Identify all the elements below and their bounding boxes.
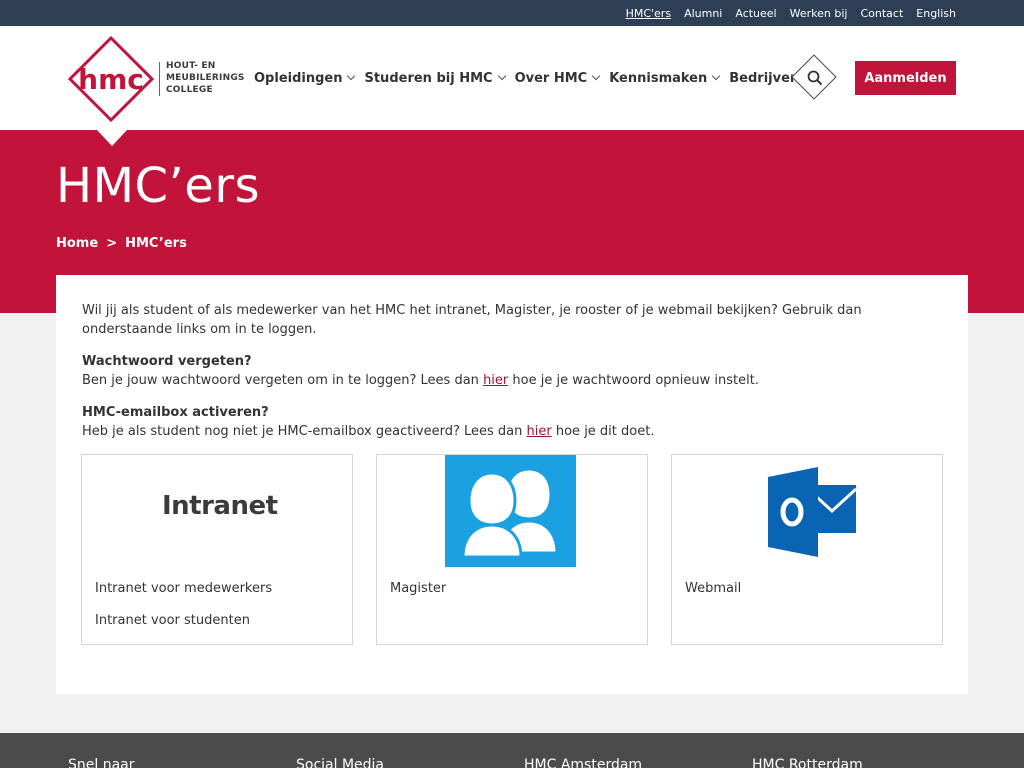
- outlook-icon: [768, 467, 858, 557]
- intranet-medewerkers-link[interactable]: Intranet voor medewerkers: [95, 581, 272, 596]
- utility-bar: HMC'ers Alumni Actueel Werken bij Contac…: [0, 0, 1024, 26]
- intranet-tile: Intranet Intranet voor medewerkers Intra…: [81, 454, 353, 645]
- main-nav: Opleidingen Studeren bij HMC Over HMC Ke…: [254, 26, 821, 130]
- footer-heading-social-media: Social Media: [296, 757, 385, 768]
- utility-link-hmcers[interactable]: HMC'ers: [626, 7, 672, 20]
- header-pointer: [97, 130, 127, 146]
- search-icon: [807, 70, 823, 86]
- password-section: Wachtwoord vergeten? Ben je jouw wachtwo…: [82, 352, 952, 390]
- chevron-down-icon: [712, 71, 721, 81]
- footer-heading-hmc-amsterdam: HMC Amsterdam: [524, 757, 643, 768]
- logo-line-2: MEUBILERINGS: [166, 73, 245, 83]
- svg-text:hmc: hmc: [78, 63, 144, 96]
- logo-separator: [159, 62, 160, 96]
- logo-line-3: COLLEGE: [166, 85, 213, 95]
- email-section: HMC-emailbox activeren? Heb je als stude…: [82, 403, 952, 441]
- intranet-studenten-link[interactable]: Intranet voor studenten: [95, 613, 250, 628]
- utility-link-actueel[interactable]: Actueel: [735, 7, 776, 20]
- webmail-link[interactable]: Webmail: [685, 581, 741, 596]
- footer-heading-snel-naar: Snel naar: [68, 757, 135, 768]
- breadcrumb-separator: >: [106, 236, 118, 251]
- chevron-down-icon: [591, 71, 601, 81]
- nav-label: Bedrijven: [729, 70, 800, 86]
- aanmelden-button[interactable]: Aanmelden: [855, 61, 956, 95]
- magister-users-icon: [445, 455, 576, 567]
- nav-label: Kennismaken: [609, 70, 708, 86]
- password-text: Ben je jouw wachtwoord vergeten om in te…: [82, 371, 952, 390]
- breadcrumb: Home > HMC’ers: [56, 236, 195, 251]
- logo-wordmark: HOUT- EN MEUBILERINGS COLLEGE: [166, 60, 245, 96]
- utility-nav: HMC'ers Alumni Actueel Werken bij Contac…: [613, 0, 956, 26]
- logo-line-1: HOUT- EN: [166, 61, 216, 71]
- breadcrumb-current: HMC’ers: [125, 236, 187, 251]
- email-text-before: Heb je als student nog niet je HMC-email…: [82, 424, 527, 439]
- nav-item-over-hmc[interactable]: Over HMC: [514, 70, 601, 86]
- site-header: hmc HOUT- EN MEUBILERINGS COLLEGE Opleid…: [0, 26, 1024, 130]
- intro-text: Wil jij als student of als medewerker va…: [82, 303, 862, 337]
- magister-tile[interactable]: Magister: [376, 454, 648, 645]
- nav-item-opleidingen[interactable]: Opleidingen: [254, 70, 356, 86]
- password-help-link[interactable]: hier: [483, 373, 508, 388]
- email-help-link[interactable]: hier: [527, 424, 552, 439]
- breadcrumb-home[interactable]: Home: [56, 236, 98, 251]
- nav-item-kennismaken[interactable]: Kennismaken: [609, 70, 721, 86]
- password-title: Wachtwoord vergeten?: [82, 354, 252, 369]
- password-text-before: Ben je jouw wachtwoord vergeten om in te…: [82, 373, 484, 388]
- hmc-logo[interactable]: hmc HOUT- EN MEUBILERINGS COLLEGE: [68, 36, 248, 122]
- hmc-logo-mark: hmc: [68, 36, 154, 122]
- content-card: Wil jij als student of als medewerker va…: [56, 275, 968, 694]
- chevron-down-icon: [347, 71, 356, 81]
- email-title: HMC-emailbox activeren?: [82, 405, 269, 420]
- utility-link-alumni[interactable]: Alumni: [684, 7, 722, 20]
- nav-item-studeren-bij-hmc[interactable]: Studeren bij HMC: [364, 70, 506, 86]
- magister-link[interactable]: Magister: [390, 581, 446, 596]
- page-title: HMC’ers: [56, 158, 261, 214]
- email-text: Heb je als student nog niet je HMC-email…: [82, 422, 952, 441]
- utility-link-contact[interactable]: Contact: [860, 7, 903, 20]
- footer-heading-hmc-rotterdam: HMC Rotterdam: [752, 757, 863, 768]
- chevron-down-icon: [497, 71, 506, 81]
- nav-label: Over HMC: [514, 70, 588, 86]
- nav-label: Opleidingen: [254, 70, 343, 86]
- password-text-after: hoe je je wachtwoord opnieuw instelt.: [508, 373, 759, 388]
- utility-link-werken-bij[interactable]: Werken bij: [790, 7, 848, 20]
- email-text-after: hoe je dit doet.: [551, 424, 655, 439]
- webmail-tile[interactable]: Webmail: [671, 454, 943, 645]
- utility-link-english[interactable]: English: [916, 7, 956, 20]
- site-footer: Snel naar Social Media HMC Amsterdam HMC…: [0, 733, 1024, 768]
- intranet-logo: Intranet: [162, 491, 278, 521]
- nav-label: Studeren bij HMC: [364, 70, 493, 86]
